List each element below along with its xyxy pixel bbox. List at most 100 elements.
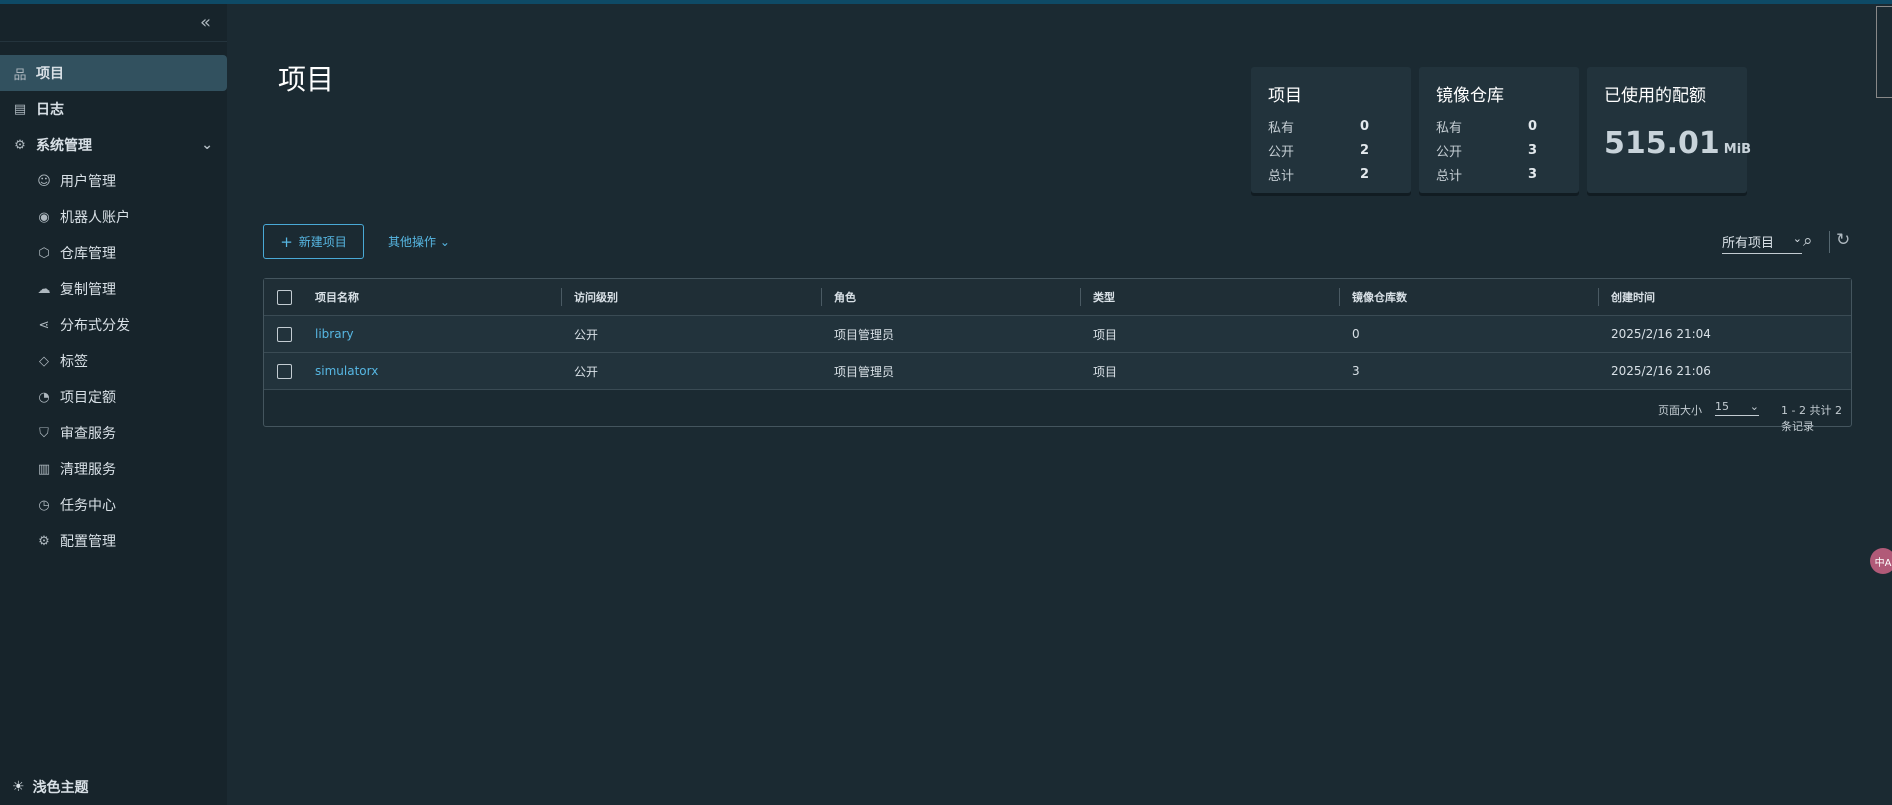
users-icon: ☺ — [37, 173, 51, 189]
created-time: 2025/2/16 21:06 — [1611, 364, 1711, 378]
stat-row: 公开 3 — [1436, 138, 1562, 162]
label: 机器人账户 — [60, 210, 130, 226]
table-row: library 公开 项目管理员 项目 0 2025/2/16 21:04 — [264, 316, 1851, 353]
sidebar-item-gear[interactable]: ⚙ 配置管理 — [0, 523, 227, 559]
sidebar-item-gauge[interactable]: ◔ 项目定额 — [0, 379, 227, 415]
quota-card: 已使用的配额 515.01 MiB — [1587, 67, 1751, 193]
cloud-icon: ☁ — [37, 281, 51, 297]
access-level: 公开 — [574, 327, 599, 342]
sidebar-item-shield[interactable]: ⛉ 审查服务 — [0, 415, 227, 451]
stat-row: 总计 3 — [1436, 162, 1562, 186]
label: 清理服务 — [60, 462, 116, 478]
label: 新建项目 — [298, 235, 347, 249]
stat-row: 总计 2 — [1268, 162, 1394, 186]
project-name-link[interactable]: simulatorx — [315, 353, 378, 389]
more-actions-dropdown[interactable]: 其他操作 ⌄ — [388, 233, 450, 250]
page-size-label: 页面大小 — [1658, 404, 1702, 417]
stat-value: 2 — [1360, 166, 1370, 182]
projects-table: 项目名称 访问级别 角色 类型 镜像仓库数 创建时间 library 公开 项目… — [263, 278, 1852, 433]
chevron-down-icon: ⌄ — [1792, 232, 1802, 245]
label: 日志 — [36, 102, 64, 118]
share-icon: ⋖ — [38, 317, 50, 333]
stat-label: 私有 — [1436, 120, 1463, 136]
sidebar-item-dashboard[interactable]: ◷ 任务中心 — [0, 487, 227, 523]
stat-label: 公开 — [1436, 144, 1463, 160]
label: 配置管理 — [60, 534, 116, 550]
side-widget[interactable] — [1876, 6, 1892, 98]
col-access[interactable]: 访问级别 — [561, 279, 618, 315]
label: 所有项目 — [1722, 236, 1775, 251]
sidebar-item-logs[interactable]: ▤ 日志 — [0, 91, 227, 127]
label: 系统管理 — [36, 138, 92, 154]
gauge-icon: ◔ — [38, 389, 50, 405]
sidebar-item-trash[interactable]: ▥ 清理服务 — [0, 451, 227, 487]
access-level: 公开 — [574, 364, 599, 379]
tag-icon: ◇ — [39, 353, 49, 369]
stat-value: 0 — [1528, 118, 1538, 134]
quota-unit: MiB — [1723, 142, 1752, 157]
gear-icon: ⚙ — [38, 533, 50, 549]
table-header: 项目名称 访问级别 角色 类型 镜像仓库数 创建时间 — [264, 279, 1851, 316]
search-icon[interactable]: ⌕ — [1803, 231, 1813, 251]
project-filter-select[interactable]: 所有项目 ⌄ — [1722, 232, 1802, 254]
stat-value: 2 — [1360, 142, 1370, 158]
label: 分布式分发 — [60, 318, 130, 334]
list-icon: ▤ — [13, 101, 27, 117]
trash-icon: ▥ — [37, 461, 51, 477]
label: 仓库管理 — [60, 246, 116, 262]
projects-card: 项目 私有 0 公开 2 总计 2 — [1251, 67, 1411, 193]
sidebar: « 品项目 ▤ 日志 ⚙ 系统管理 ⌄ ☺ 用户管理 ◉ 机器人账户 ⬡ 仓库管理 ☁ 复制管理 ⋖ 分… — [0, 4, 227, 805]
sun-icon: ☀ — [12, 779, 25, 795]
col-repo-count[interactable]: 镜像仓库数 — [1339, 279, 1407, 315]
type: 项目 — [1093, 327, 1118, 342]
stat-label: 总计 — [1268, 168, 1295, 184]
sidebar-item-share[interactable]: ⋖ 分布式分发 — [0, 307, 227, 343]
sidebar-item-projects[interactable]: 品项目 — [0, 55, 227, 91]
robot-icon: ◉ — [38, 209, 50, 225]
stat-row: 公开 2 — [1268, 138, 1394, 162]
col-type[interactable]: 类型 — [1080, 279, 1115, 315]
chevron-down-icon: ⌄ — [436, 235, 450, 249]
stat-row: 私有 0 — [1436, 114, 1562, 138]
repo-count: 3 — [1352, 364, 1360, 378]
plus-icon: + — [280, 232, 293, 251]
sidebar-item-cube[interactable]: ⬡ 仓库管理 — [0, 235, 227, 271]
sidebar-item-users[interactable]: ☺ 用户管理 — [0, 163, 227, 199]
col-created[interactable]: 创建时间 — [1598, 279, 1655, 315]
label: 审查服务 — [60, 426, 116, 442]
sidebar-item-system-admin[interactable]: ⚙ 系统管理 ⌄ — [0, 127, 227, 163]
col-name[interactable]: 项目名称 — [315, 279, 359, 315]
translate-icon[interactable]: 中A — [1870, 548, 1892, 574]
table-row: simulatorx 公开 项目管理员 项目 3 2025/2/16 21:06 — [264, 353, 1851, 390]
label: 标签 — [60, 354, 88, 370]
label: 项目定额 — [60, 390, 116, 406]
stat-value: 3 — [1528, 166, 1538, 182]
label: 项目 — [36, 66, 64, 82]
project-name-link[interactable]: library — [315, 316, 354, 352]
col-role[interactable]: 角色 — [821, 279, 856, 315]
quota-value: 515.01 MiB — [1604, 126, 1751, 161]
select-all-checkbox[interactable] — [277, 290, 292, 305]
users-gear-icon: ⚙ — [14, 137, 26, 153]
table-footer: 页面大小 15 ⌄ 1 - 2 共计 2 条记录 — [264, 390, 1851, 433]
sidebar-item-robot[interactable]: ◉ 机器人账户 — [0, 199, 227, 235]
theme-toggle[interactable]: ☀ 浅色主题 — [12, 777, 89, 797]
sidebar-item-tag[interactable]: ◇ 标签 — [0, 343, 227, 379]
shield-icon: ⛉ — [39, 425, 49, 441]
row-checkbox[interactable] — [277, 327, 292, 342]
divider — [0, 41, 227, 42]
new-project-button[interactable]: + 新建项目 — [263, 224, 364, 259]
sidebar-item-cloud[interactable]: ☁ 复制管理 — [0, 271, 227, 307]
label: 复制管理 — [60, 282, 116, 298]
record-count: 1 - 2 共计 2 条记录 — [1781, 404, 1842, 433]
card-title: 已使用的配额 — [1604, 86, 1706, 106]
refresh-icon[interactable]: ↻ — [1836, 230, 1850, 250]
divider — [1829, 231, 1830, 253]
stat-label: 公开 — [1268, 144, 1295, 160]
page-size-select[interactable]: 15 ⌄ — [1715, 400, 1759, 416]
repositories-card: 镜像仓库 私有 0 公开 3 总计 3 — [1419, 67, 1579, 193]
created-time: 2025/2/16 21:04 — [1611, 327, 1711, 341]
label: 用户管理 — [60, 174, 116, 190]
collapse-sidebar-icon[interactable]: « — [200, 12, 211, 33]
row-checkbox[interactable] — [277, 364, 292, 379]
